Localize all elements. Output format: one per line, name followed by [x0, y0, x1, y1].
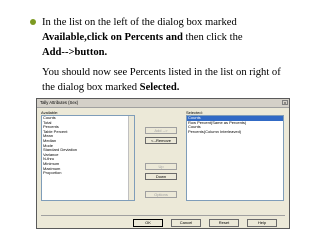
bullet-text-bold-available: Available,click on Percents and	[42, 32, 183, 43]
bullet-paragraph: In the list on the left of the dialog bo…	[42, 15, 312, 60]
move-up-button[interactable]: Up	[145, 163, 177, 170]
dialog-title: Tally Attributes (Sex)	[40, 100, 79, 105]
options-button[interactable]: Options	[145, 191, 177, 198]
selected-list[interactable]: Counts Row Percent(Same as Percents) Count…	[186, 115, 284, 201]
selected-list-item[interactable]: Percents(Column Interleaved)	[187, 129, 283, 135]
dialog-title-bar[interactable]: Tally Attributes (Sex) x	[37, 99, 289, 108]
add-button[interactable]: Add -->	[145, 127, 177, 134]
bullet-icon	[30, 19, 36, 25]
close-icon[interactable]: x	[282, 100, 288, 105]
available-list[interactable]: Counts Total Percents Table Percent Mean Medi…	[41, 115, 135, 201]
available-list-item[interactable]: Proportion	[42, 171, 134, 176]
bottom-divider	[41, 215, 285, 216]
available-scrollbar[interactable]	[128, 116, 134, 200]
help-button[interactable]: Help	[247, 219, 277, 227]
slide: In the list on the left of the dialog bo…	[0, 0, 320, 240]
ok-button[interactable]: OK	[133, 219, 163, 227]
reset-button[interactable]: Reset	[209, 219, 239, 227]
move-down-button[interactable]: Down	[145, 173, 177, 180]
tally-attributes-dialog: Tally Attributes (Sex) x Available: Coun…	[36, 98, 290, 229]
follow-up-line1: You should now see Percents listed in th…	[42, 67, 281, 78]
follow-up-line2: the dialog box marked	[42, 82, 140, 93]
cancel-button[interactable]: Cancel	[171, 219, 201, 227]
bullet-text-line2-rest: then click the	[182, 32, 243, 43]
bullet-text-bold-add: Add-->button.	[42, 47, 108, 58]
bullet-text-line1: In the list on the left of the dialog bo…	[42, 17, 237, 28]
follow-up-bold-selected: Selected.	[139, 82, 180, 93]
follow-up-paragraph: You should now see Percents listed in th…	[42, 65, 316, 95]
remove-button[interactable]: <--Remove	[145, 137, 177, 144]
